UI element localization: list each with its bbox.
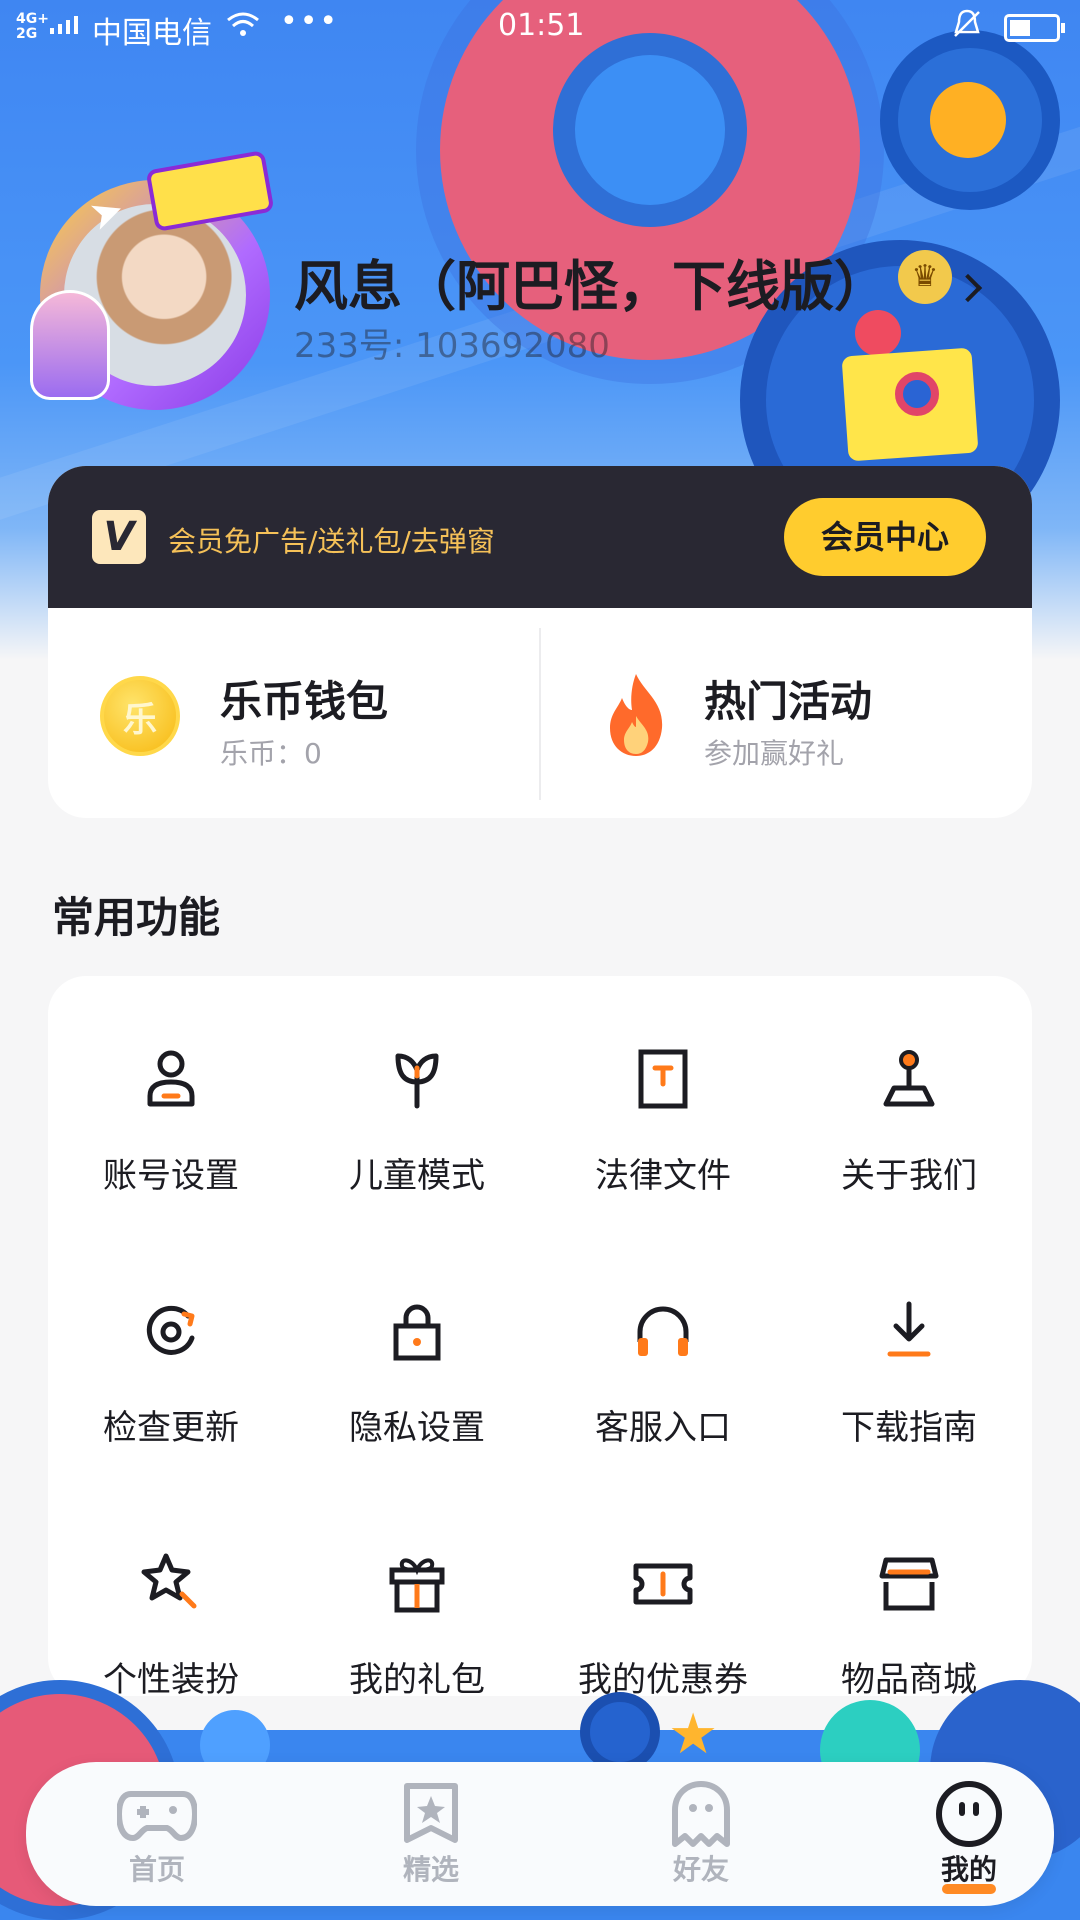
function-grid: 账号设置 儿童模式 法律文件 关于我们 检查更新 隐私设置 客服入口 下载指南 … — [48, 976, 1032, 1732]
activity-title: 热门活动 — [704, 677, 873, 726]
avatar[interactable]: ➤ — [30, 150, 280, 430]
wallet-entry[interactable]: 乐 乐币钱包 乐币：0 — [48, 608, 540, 818]
nav-featured[interactable]: 精选 — [356, 1780, 506, 1900]
star-wand-icon — [141, 1553, 197, 1609]
function-check-update[interactable]: 检查更新 — [48, 1228, 294, 1480]
function-privacy-settings[interactable]: 隐私设置 — [294, 1228, 540, 1480]
gamepad-icon — [117, 1791, 197, 1842]
nav-label: 好友 — [672, 1853, 729, 1886]
avatar-frame-badge — [145, 150, 275, 232]
nav-label: 我的 — [940, 1853, 997, 1886]
nav-friends[interactable]: 好友 — [626, 1780, 776, 1900]
avatar-mascot — [30, 290, 110, 400]
nav-label: 首页 — [128, 1853, 185, 1886]
vip-promo-text: 会员免广告/送礼包/去弹窗 — [168, 525, 495, 558]
headset-icon — [637, 1306, 689, 1356]
refresh-icon — [146, 1305, 195, 1355]
donut-hole-decoration — [575, 55, 725, 205]
wallet-title: 乐币钱包 — [220, 677, 389, 726]
function-label: 客服入口 — [595, 1408, 731, 1448]
hot-activity-entry[interactable]: 热门活动 参加赢好礼 — [540, 608, 1032, 818]
member-wallet-card: V 会员免广告/送礼包/去弹窗 会员中心 乐 乐币钱包 乐币：0 热门活动 参加… — [48, 466, 1032, 818]
profile-nickname[interactable]: 风息（阿巴怪，下线版） — [294, 242, 888, 321]
activity-subtitle: 参加赢好礼 — [704, 737, 845, 770]
function-label: 隐私设置 — [349, 1408, 485, 1448]
function-label: 账号设置 — [103, 1156, 239, 1196]
bottom-navigation: 首页 精选 好友 我的 — [26, 1762, 1054, 1906]
network-type: 4G+ 2G — [16, 11, 49, 42]
function-account-settings[interactable]: 账号设置 — [48, 976, 294, 1228]
lock-icon — [393, 1304, 441, 1361]
function-label: 关于我们 — [841, 1156, 977, 1196]
circle-decoration — [580, 1692, 660, 1772]
vip-crown-icon: ♛ — [898, 250, 952, 304]
star-decoration: ★ — [668, 1702, 719, 1767]
coin-icon: 乐 — [100, 676, 180, 756]
nav-mine[interactable]: 我的 — [894, 1780, 1044, 1900]
battery-icon — [1004, 14, 1065, 42]
flame-icon — [610, 674, 663, 756]
nav-label: 精选 — [402, 1853, 459, 1886]
gift-icon — [389, 1558, 445, 1613]
smiley-icon — [936, 1781, 1002, 1847]
box-dot-decoration — [895, 372, 939, 416]
common-functions-card: 账号设置 儿童模式 法律文件 关于我们 检查更新 隐私设置 客服入口 下载指南 … — [48, 976, 1032, 1700]
clock: 01:51 — [498, 8, 585, 43]
more-notifications-icon: ••• — [280, 4, 340, 39]
coupon-icon — [633, 1563, 693, 1605]
joystick-icon — [883, 1050, 935, 1107]
account-icon — [147, 1050, 195, 1107]
star-badge-icon — [404, 1783, 458, 1843]
function-label: 下载指南 — [841, 1408, 977, 1448]
function-download-guide[interactable]: 下载指南 — [786, 1228, 1032, 1480]
disc-center-decoration — [930, 82, 1006, 158]
member-center-button[interactable]: 会员中心 — [784, 498, 986, 576]
signal-icon — [50, 16, 78, 34]
bell-muted-icon — [952, 8, 982, 47]
status-bar: 4G+ 2G 中国电信 ••• 01:51 — [0, 0, 1080, 58]
wallet-balance: 乐币：0 — [220, 737, 322, 770]
vip-banner[interactable]: V 会员免广告/送礼包/去弹窗 会员中心 — [48, 466, 1032, 608]
ghost-icon — [672, 1781, 730, 1847]
sprout-icon — [395, 1053, 439, 1109]
function-legal-documents[interactable]: 法律文件 — [540, 976, 786, 1228]
function-kids-mode[interactable]: 儿童模式 — [294, 976, 540, 1228]
vip-logo-icon: V — [92, 510, 146, 564]
profile-uid: 233号: 103692080 — [294, 326, 610, 366]
document-icon — [638, 1049, 688, 1109]
function-label: 法律文件 — [595, 1156, 731, 1196]
section-title: 常用功能 — [52, 893, 221, 942]
nav-home[interactable]: 首页 — [82, 1780, 232, 1900]
function-label: 检查更新 — [103, 1408, 239, 1448]
wifi-icon — [226, 10, 260, 47]
function-about-us[interactable]: 关于我们 — [786, 976, 1032, 1228]
store-icon — [879, 1557, 939, 1611]
function-label: 儿童模式 — [349, 1156, 485, 1196]
function-customer-service[interactable]: 客服入口 — [540, 1228, 786, 1480]
carrier-name: 中国电信 — [92, 16, 212, 51]
download-icon — [887, 1301, 931, 1357]
